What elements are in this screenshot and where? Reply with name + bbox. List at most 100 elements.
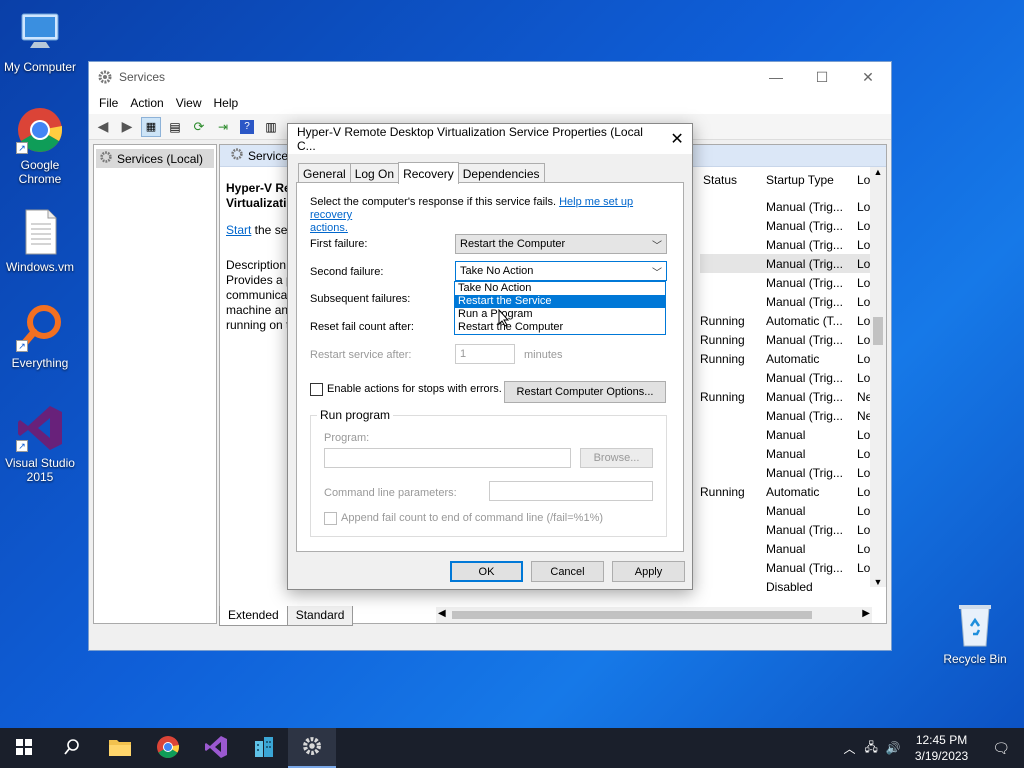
table-row[interactable]: Manual (Trig... Lo — [700, 368, 870, 387]
second-failure-select[interactable]: Take No Action ﹀ — [455, 261, 667, 281]
table-row[interactable]: Running Manual (Trig... Lo — [700, 330, 870, 349]
desktop-icon-recycle-bin[interactable]: Recycle Bin — [935, 600, 1015, 666]
ok-button[interactable]: OK — [450, 561, 523, 582]
row-logon: Lo — [857, 465, 871, 480]
taskbar-file-explorer[interactable] — [96, 728, 144, 768]
forward-button[interactable]: ▶ — [117, 117, 137, 137]
row-startup: Manual — [766, 446, 806, 461]
table-row[interactable]: Manual (Trig... Lo — [700, 558, 870, 577]
apply-button[interactable]: Apply — [612, 561, 685, 582]
show-hide-tree-button[interactable]: ▦ — [141, 116, 161, 137]
network-icon[interactable]: 🖧 — [860, 738, 881, 759]
first-failure-select[interactable]: Restart the Computer ﹀ — [455, 234, 667, 254]
dropdown-option-restart-computer[interactable]: Restart the Computer — [455, 321, 665, 334]
desktop-icon-google-chrome[interactable]: ↗ Google Chrome — [0, 106, 80, 186]
desktop-icon-my-computer[interactable]: My Computer — [0, 8, 80, 74]
table-row[interactable]: Manual Lo — [700, 501, 870, 520]
horizontal-scrollbar[interactable]: ◀ ▶ — [436, 607, 872, 623]
menu-file[interactable]: File — [93, 96, 124, 110]
table-row[interactable]: Manual Lo — [700, 444, 870, 463]
program-input[interactable] — [324, 448, 571, 468]
command-line-params-input[interactable] — [489, 481, 653, 501]
tab-dependencies[interactable]: Dependencies — [457, 163, 545, 184]
table-row[interactable]: Manual Lo — [700, 539, 870, 558]
column-header-startup-type[interactable]: Startup Type — [766, 173, 834, 193]
row-startup: Automatic — [766, 351, 820, 366]
desktop-icon-visual-studio[interactable]: ↗ Visual Studio 2015 — [0, 404, 80, 484]
services-titlebar[interactable]: Services — ☐ ✕ — [89, 62, 891, 92]
volume-icon[interactable]: 🔊 — [882, 741, 905, 755]
notification-icon[interactable]: 🗨 — [978, 740, 1024, 757]
column-header-logon[interactable]: Lo — [857, 173, 870, 193]
dropdown-option-run-program[interactable]: Run a Program — [455, 308, 665, 321]
chevron-up-icon[interactable]: ︿ — [838, 740, 860, 757]
export-button[interactable]: ⇥ — [213, 117, 233, 137]
start-service-link[interactable]: Start — [226, 223, 251, 237]
row-startup: Manual — [766, 503, 806, 518]
refresh-button[interactable]: ⟳ — [189, 117, 209, 137]
table-row[interactable]: Manual (Trig... Lo — [700, 216, 870, 235]
show-action-pane-button[interactable]: ▥ — [261, 117, 281, 137]
enable-actions-checkbox[interactable] — [310, 383, 323, 396]
dropdown-option-restart-service[interactable]: Restart the Service — [455, 295, 665, 308]
tab-standard[interactable]: Standard — [286, 606, 354, 626]
menu-help[interactable]: Help — [208, 96, 245, 110]
table-row[interactable]: Manual (Trig... Lo — [700, 463, 870, 482]
scroll-thumb[interactable] — [873, 317, 883, 345]
table-row[interactable]: Manual (Trig... Lo — [700, 197, 870, 216]
tab-extended[interactable]: Extended — [219, 606, 288, 626]
taskbar-chrome[interactable] — [144, 728, 192, 768]
cancel-button[interactable]: Cancel — [531, 561, 604, 582]
row-startup: Manual (Trig... — [766, 408, 843, 423]
table-row[interactable]: Manual (Trig... Lo — [700, 235, 870, 254]
menu-action[interactable]: Action — [124, 96, 169, 110]
table-row[interactable]: Manual (Trig... Lo — [700, 254, 870, 273]
table-row[interactable]: Running Manual (Trig... Ne — [700, 387, 871, 406]
row-logon: Lo — [857, 294, 871, 309]
row-logon: Ne — [857, 408, 871, 423]
desktop-icon-windows-vm[interactable]: Windows.vm — [0, 208, 80, 274]
table-row[interactable]: Manual (Trig... Ne — [700, 406, 871, 425]
table-row[interactable]: Running Automatic (T... Lo — [700, 311, 870, 330]
back-button[interactable]: ◀ — [93, 117, 113, 137]
tab-log-on[interactable]: Log On — [349, 163, 400, 184]
table-row[interactable]: Manual Lo — [700, 425, 870, 444]
table-row[interactable]: Manual (Trig... Lo — [700, 273, 870, 292]
maximize-button[interactable]: ☐ — [799, 62, 845, 92]
recovery-intro: Select the computer's response if this s… — [310, 196, 675, 235]
dialog-close-button[interactable]: ✕ — [662, 129, 692, 149]
taskbar-visual-studio[interactable] — [192, 728, 240, 768]
column-header-status[interactable]: Status — [703, 173, 737, 193]
taskbar-building-app[interactable] — [240, 728, 288, 768]
properties-button[interactable]: ▤ — [165, 117, 185, 137]
table-row[interactable]: Manual (Trig... Lo — [700, 520, 870, 539]
table-row[interactable]: Disabled — [700, 577, 870, 596]
table-row[interactable]: Running Automatic Lo — [700, 482, 870, 501]
restart-computer-options-button[interactable]: Restart Computer Options... — [504, 381, 666, 403]
table-row[interactable]: Manual (Trig... Lo — [700, 292, 870, 311]
menu-view[interactable]: View — [170, 96, 208, 110]
dropdown-option-take-no-action[interactable]: Take No Action — [455, 282, 665, 295]
help-recovery-link-cont[interactable]: actions. — [310, 222, 348, 234]
dialog-titlebar[interactable]: Hyper-V Remote Desktop Virtualization Se… — [288, 124, 692, 154]
help-button[interactable]: ? — [237, 117, 257, 137]
console-tree: Services (Local) — [93, 144, 217, 624]
restart-service-after-input[interactable]: 1 — [455, 344, 515, 364]
clock[interactable]: 12:45 PM 3/19/2023 — [905, 732, 978, 764]
desktop-icon-everything[interactable]: ↗ Everything — [0, 304, 80, 370]
search-button[interactable] — [48, 728, 96, 768]
start-button[interactable] — [0, 728, 48, 768]
minimize-icon: — — [769, 69, 783, 85]
scroll-thumb[interactable] — [452, 611, 812, 619]
vertical-scrollbar[interactable]: ▲ ▼ — [870, 167, 886, 587]
tree-item-services-local[interactable]: Services (Local) — [96, 149, 214, 168]
tab-general[interactable]: General — [298, 163, 351, 184]
taskbar-services[interactable] — [288, 728, 336, 768]
browse-button[interactable]: Browse... — [580, 448, 653, 468]
close-button[interactable]: ✕ — [845, 62, 891, 92]
minimize-button[interactable]: — — [753, 62, 799, 92]
append-fail-count-checkbox[interactable] — [324, 512, 337, 525]
table-row[interactable]: Running Automatic Lo — [700, 349, 870, 368]
menu-bar: File Action View Help — [89, 92, 891, 114]
tab-recovery[interactable]: Recovery — [398, 162, 459, 184]
